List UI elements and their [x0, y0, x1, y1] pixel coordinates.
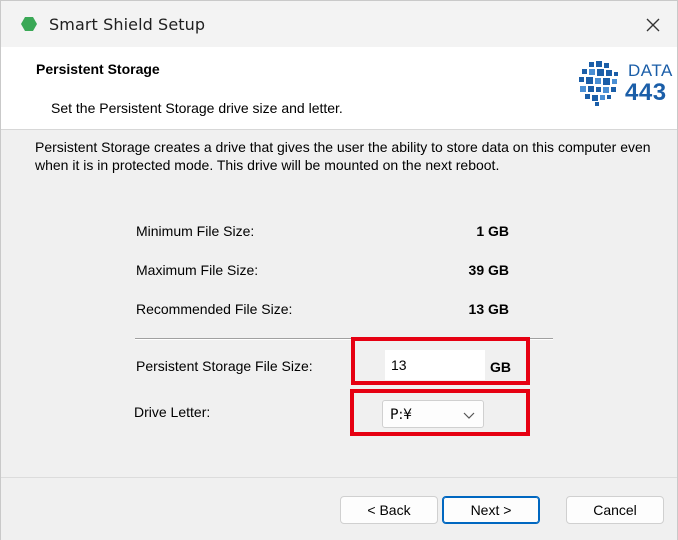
recommended-size-label: Recommended File Size: — [136, 301, 293, 317]
max-size-label: Maximum File Size: — [136, 262, 259, 278]
min-size-value: 1 GB — [476, 223, 509, 239]
close-button[interactable] — [637, 9, 669, 41]
wizard-footer: < Back Next > Cancel — [1, 477, 677, 540]
max-size-value: 39 GB — [468, 262, 509, 278]
data443-dots-logo-icon — [579, 61, 618, 106]
close-icon — [646, 18, 660, 32]
drive-letter-highlight — [350, 389, 530, 436]
data443-logo: DATA 443 — [576, 59, 672, 111]
logo-text-443: 443 — [625, 79, 667, 106]
description-text: Persistent Storage creates a drive that … — [35, 139, 651, 173]
cancel-button[interactable]: Cancel — [566, 496, 664, 524]
page-title: Persistent Storage — [36, 61, 160, 77]
file-size-label: Persistent Storage File Size: — [136, 358, 313, 374]
wizard-header: Persistent Storage Set the Persistent St… — [1, 47, 677, 130]
recommended-size-value: 13 GB — [468, 301, 509, 317]
drive-letter-label: Drive Letter: — [134, 404, 211, 420]
window-title: Smart Shield Setup — [49, 15, 206, 34]
next-button[interactable]: Next > — [442, 496, 540, 524]
title-bar[interactable]: Smart Shield Setup — [1, 1, 677, 47]
setup-window: Smart Shield Setup Persistent Storage Se… — [0, 0, 678, 540]
page-subtitle: Set the Persistent Storage drive size an… — [51, 100, 343, 116]
logo-text-data: DATA — [628, 61, 673, 80]
file-size-highlight — [351, 337, 530, 385]
app-icon — [21, 17, 37, 31]
back-button[interactable]: < Back — [340, 496, 438, 524]
wizard-content: Persistent Storage creates a drive that … — [1, 130, 677, 476]
min-size-label: Minimum File Size: — [136, 223, 255, 239]
